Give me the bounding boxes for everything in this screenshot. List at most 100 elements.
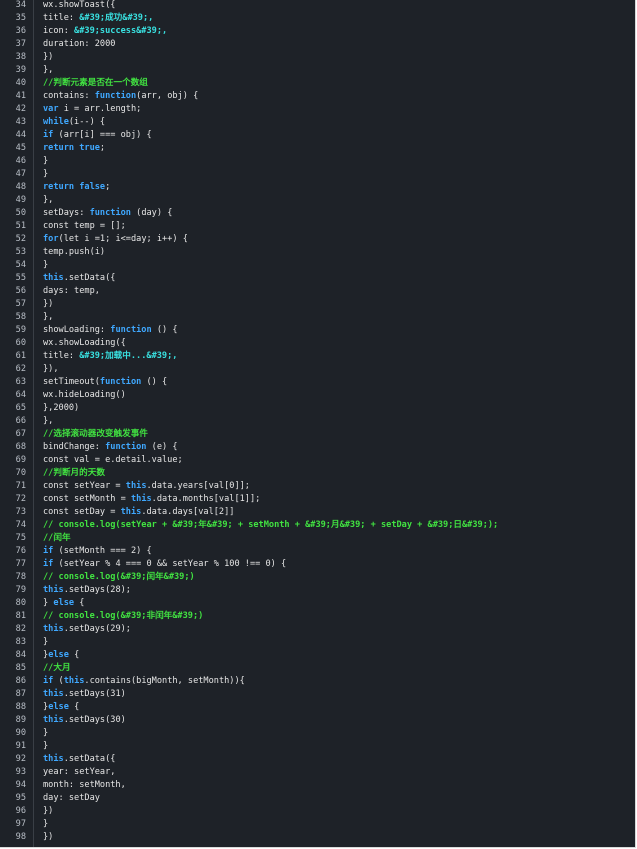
code-line[interactable]: 34 wx.showToast({ bbox=[0, 0, 635, 12]
code-text: wx.hideLoading() bbox=[43, 389, 126, 402]
code-line[interactable]: 80} else { bbox=[0, 597, 635, 610]
code-token: () { bbox=[141, 377, 168, 387]
code-line[interactable]: 36 icon: &#39;success&#39;, bbox=[0, 25, 635, 38]
code-line[interactable]: 82 this.setDays(29); bbox=[0, 623, 635, 636]
code-text: // console.log(&#39;闰年&#39;) bbox=[43, 571, 195, 584]
code-token: this bbox=[43, 585, 64, 595]
code-line[interactable]: 97} bbox=[0, 818, 635, 831]
code-text: }, bbox=[43, 311, 53, 324]
code-token: days: temp, bbox=[43, 286, 100, 296]
code-line[interactable]: 65},2000) bbox=[0, 402, 635, 415]
code-token: const temp = []; bbox=[43, 221, 126, 231]
code-line[interactable]: 63 setTimeout(function () { bbox=[0, 376, 635, 389]
code-line[interactable]: 64 wx.hideLoading() bbox=[0, 389, 635, 402]
code-line[interactable]: 41 contains: function(arr, obj) { bbox=[0, 90, 635, 103]
code-line[interactable]: 77 if (setYear % 4 === 0 && setYear % 100… bbox=[0, 558, 635, 571]
code-token: }), bbox=[43, 364, 59, 374]
code-line[interactable]: 52 for(let i =1; i<=day; i++) { bbox=[0, 233, 635, 246]
code-line[interactable]: 42 var i = arr.length; bbox=[0, 103, 635, 116]
code-line[interactable]: 87 this.setDays(31) bbox=[0, 688, 635, 701]
code-token: //判断元素是否在一个数组 bbox=[43, 78, 148, 88]
line-number: 61 bbox=[15, 351, 26, 361]
code-line[interactable]: 86 if (this.contains(bigMonth, setMonth))… bbox=[0, 675, 635, 688]
code-line[interactable]: 59 showLoading: function () { bbox=[0, 324, 635, 337]
code-line[interactable]: 89 this.setDays(30) bbox=[0, 714, 635, 727]
code-line[interactable]: 38}) bbox=[0, 51, 635, 64]
line-number: 62 bbox=[15, 364, 26, 374]
code-line[interactable]: 73 const setDay = this.data.days[val[2]] bbox=[0, 506, 635, 519]
code-line[interactable]: 98}) bbox=[0, 831, 635, 844]
code-line[interactable]: 54} bbox=[0, 259, 635, 272]
code-text: setTimeout(function () { bbox=[43, 376, 167, 389]
code-line[interactable]: 43 while(i--) { bbox=[0, 116, 635, 129]
code-line[interactable]: 39}, bbox=[0, 64, 635, 77]
code-line[interactable]: 48 return false; bbox=[0, 181, 635, 194]
code-line[interactable]: 45 return true; bbox=[0, 142, 635, 155]
code-line[interactable]: 61 title: &#39;加载中...&#39;, bbox=[0, 350, 635, 363]
code-line[interactable]: 76 if (setMonth === 2) { bbox=[0, 545, 635, 558]
code-line[interactable]: 85 //大月 bbox=[0, 662, 635, 675]
code-line[interactable]: 92 this.setData({ bbox=[0, 753, 635, 766]
code-line[interactable]: 74 // console.log(setYear + &#39;年&#39; +… bbox=[0, 519, 635, 532]
code-token: function bbox=[110, 325, 152, 335]
code-line[interactable]: 69 const val = e.detail.value; bbox=[0, 454, 635, 467]
code-line[interactable]: 58}, bbox=[0, 311, 635, 324]
code-line[interactable]: 95 day: setDay bbox=[0, 792, 635, 805]
code-line[interactable]: 70 //判断月的天数 bbox=[0, 467, 635, 480]
code-line[interactable]: 67 //选择滚动器改变触发事件 bbox=[0, 428, 635, 441]
code-line[interactable]: 68 bindChange: function (e) { bbox=[0, 441, 635, 454]
code-line[interactable]: 46} bbox=[0, 155, 635, 168]
code-token: ; bbox=[105, 182, 111, 192]
line-number: 83 bbox=[15, 637, 26, 647]
code-line[interactable]: 75 //闰年 bbox=[0, 532, 635, 545]
code-line[interactable]: 88}else { bbox=[0, 701, 635, 714]
code-line[interactable]: 91} bbox=[0, 740, 635, 753]
code-line[interactable]: 49}, bbox=[0, 194, 635, 207]
line-number: 52 bbox=[15, 234, 26, 244]
code-line[interactable]: 71 const setYear = this.data.years[val[0]… bbox=[0, 480, 635, 493]
code-line[interactable]: 81 // console.log(&#39;非闰年&#39;) bbox=[0, 610, 635, 623]
code-line[interactable]: 79 this.setDays(28); bbox=[0, 584, 635, 597]
code-line[interactable]: 62}), bbox=[0, 363, 635, 376]
line-number: 65 bbox=[15, 403, 26, 413]
code-text: return true; bbox=[43, 142, 105, 155]
code-line[interactable]: 56 days: temp, bbox=[0, 285, 635, 298]
code-line[interactable]: 47} bbox=[0, 168, 635, 181]
code-line[interactable]: 37 duration: 2000 bbox=[0, 38, 635, 51]
line-number: 63 bbox=[15, 377, 26, 387]
code-line[interactable]: 83} bbox=[0, 636, 635, 649]
code-token: const setDay = bbox=[43, 507, 121, 517]
code-line[interactable]: 51 const temp = []; bbox=[0, 220, 635, 233]
code-line[interactable]: 60 wx.showLoading({ bbox=[0, 337, 635, 350]
code-line[interactable]: 90} bbox=[0, 727, 635, 740]
code-editor[interactable]: 34 wx.showToast({35 title: &#39;成功&#39;, 36… bbox=[0, 0, 636, 848]
code-text: } bbox=[43, 740, 48, 753]
code-line[interactable]: 53 temp.push(i) bbox=[0, 246, 635, 259]
code-token: // console.log(&#39;闰年&#39;) bbox=[43, 572, 195, 582]
code-token: .contains(bigMonth, setMonth)){ bbox=[84, 676, 245, 686]
code-line[interactable]: 40 //判断元素是否在一个数组 bbox=[0, 77, 635, 90]
code-line[interactable]: 72 const setMonth = this.data.months[val[… bbox=[0, 493, 635, 506]
code-line[interactable]: 50 setDays: function (day) { bbox=[0, 207, 635, 220]
code-line[interactable]: 93 year: setYear, bbox=[0, 766, 635, 779]
code-token: if bbox=[43, 546, 54, 556]
code-line[interactable]: 78 // console.log(&#39;闰年&#39;) bbox=[0, 571, 635, 584]
code-line[interactable]: 55 this.setData({ bbox=[0, 272, 635, 285]
code-token: (setMonth === 2) { bbox=[53, 546, 152, 556]
code-token: function bbox=[105, 442, 147, 452]
code-text: //判断月的天数 bbox=[43, 467, 105, 480]
line-number: 97 bbox=[15, 819, 26, 829]
code-token: //判断月的天数 bbox=[43, 468, 105, 478]
code-line[interactable]: 96}) bbox=[0, 805, 635, 818]
code-text: }), bbox=[43, 363, 59, 376]
code-line[interactable]: 57}) bbox=[0, 298, 635, 311]
code-token: setDays: bbox=[43, 208, 90, 218]
code-token: ( bbox=[53, 676, 64, 686]
code-line[interactable]: 94 month: setMonth, bbox=[0, 779, 635, 792]
code-line[interactable]: 35 title: &#39;成功&#39;, bbox=[0, 12, 635, 25]
code-line[interactable]: 66}, bbox=[0, 415, 635, 428]
line-number: 77 bbox=[15, 559, 26, 569]
code-line[interactable]: 84}else { bbox=[0, 649, 635, 662]
code-text: this.setDays(29); bbox=[43, 623, 131, 636]
code-line[interactable]: 44 if (arr[i] === obj) { bbox=[0, 129, 635, 142]
